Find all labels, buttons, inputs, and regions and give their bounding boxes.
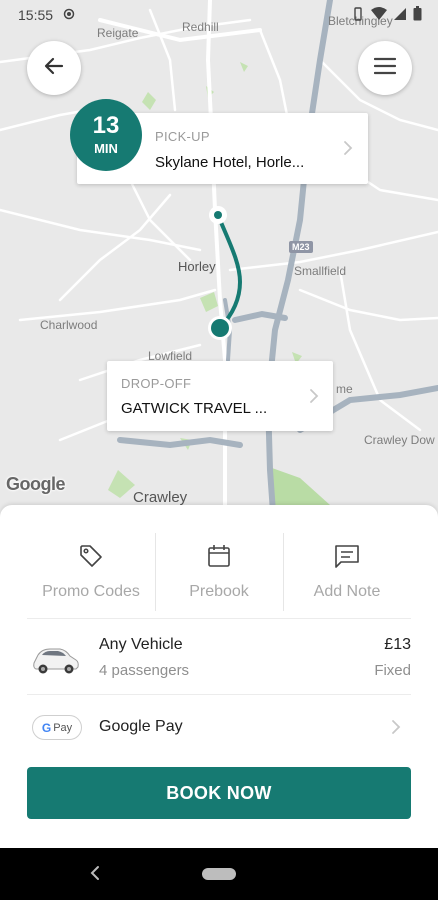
chevron-right-icon [343, 140, 353, 161]
nav-home-pill[interactable] [202, 868, 236, 880]
car-icon [30, 641, 80, 682]
pickup-address: Skylane Hotel, Horle... [155, 154, 305, 171]
booking-sheet: Promo Codes Prebook Add Note Any Vehicle [0, 505, 438, 848]
wifi-icon [371, 6, 387, 24]
battery-icon [413, 6, 422, 24]
location-icon [63, 7, 75, 23]
payment-method-label: Google Pay [99, 718, 183, 735]
signal-icon [393, 7, 407, 24]
map-label-crawley-down: Crawley Dow [364, 433, 435, 447]
arrow-left-icon [43, 55, 65, 82]
status-time: 15:55 [18, 7, 54, 23]
google-attribution-logo: Google [6, 474, 66, 494]
promo-codes-button[interactable]: Promo Codes [27, 527, 155, 617]
prebook-label: Prebook [189, 583, 249, 600]
chevron-right-icon [391, 719, 401, 740]
dropoff-marker [211, 319, 229, 337]
m23-road-shield: M23 [289, 241, 313, 253]
system-nav-bar [0, 848, 438, 900]
map-label-smallfield: Smallfield [294, 264, 347, 278]
hamburger-menu-icon [373, 57, 397, 80]
menu-button[interactable] [358, 41, 412, 95]
fare-price: £13 [384, 636, 411, 653]
dropoff-address: GATWICK TRAVEL ... [121, 400, 268, 417]
nav-back-icon[interactable] [90, 864, 100, 887]
pickup-marker [214, 211, 222, 219]
map-label-horley: Horley [178, 259, 216, 274]
dropoff-label: DROP-OFF [121, 376, 192, 391]
vehicle-row[interactable]: Any Vehicle 4 passengers £13 Fixed [27, 625, 411, 695]
fare-type: Fixed [374, 662, 411, 679]
vehicle-title: Any Vehicle [99, 636, 183, 653]
eta-badge: 13 MIN [70, 99, 142, 171]
add-note-label: Add Note [313, 583, 381, 600]
vibrate-icon [351, 6, 365, 24]
promo-codes-label: Promo Codes [42, 583, 140, 600]
tag-icon [78, 543, 104, 574]
status-bar: 15:55 [0, 0, 438, 30]
map-label-partial: me [336, 382, 353, 396]
chevron-right-icon [309, 388, 319, 409]
google-pay-logo: G Pay [32, 715, 82, 740]
divider [27, 618, 411, 619]
chat-note-icon [333, 543, 361, 574]
add-note-button[interactable]: Add Note [283, 527, 411, 617]
action-bar: Promo Codes Prebook Add Note [27, 527, 411, 617]
map-label-charlwood: Charlwood [40, 318, 98, 332]
pickup-label: PICK-UP [155, 129, 210, 144]
map-label-crawley: Crawley [133, 489, 188, 506]
eta-unit: MIN [94, 141, 118, 156]
calendar-icon [206, 543, 232, 574]
book-now-button[interactable]: BOOK NOW [27, 767, 411, 819]
payment-method-row[interactable]: G Pay Google Pay [27, 695, 411, 760]
prebook-button[interactable]: Prebook [155, 527, 283, 617]
dropoff-card[interactable]: DROP-OFF GATWICK TRAVEL ... [107, 361, 333, 431]
back-button[interactable] [27, 41, 81, 95]
eta-value: 13 [92, 112, 120, 139]
vehicle-passengers: 4 passengers [99, 662, 190, 679]
